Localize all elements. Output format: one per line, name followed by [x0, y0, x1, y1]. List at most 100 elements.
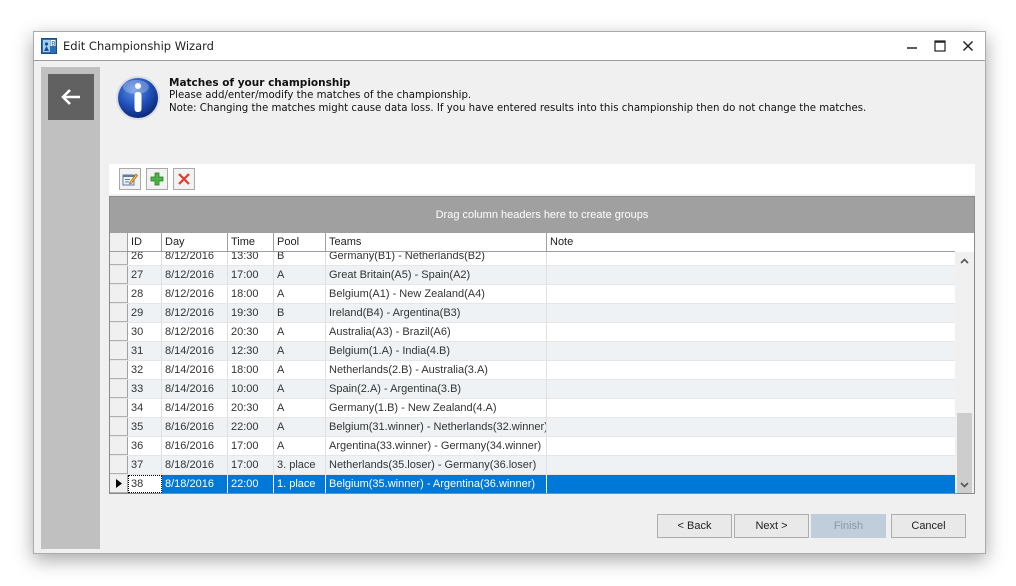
cell-time[interactable]: 20:30 — [228, 323, 274, 341]
minimize-button[interactable] — [898, 35, 926, 57]
cell-note[interactable] — [547, 266, 955, 284]
cell-time[interactable]: 20:30 — [228, 399, 274, 417]
cell-day[interactable]: 8/14/2016 — [162, 380, 228, 398]
cell-time[interactable]: 18:00 — [228, 285, 274, 303]
cell-day[interactable]: 8/14/2016 — [162, 361, 228, 379]
cell-teams[interactable]: Belgium(35.winner) - Argentina(36.winner… — [326, 475, 547, 493]
table-row[interactable]: 35 8/16/2016 22:00 A Belgium(31.winner) - Ne… — [110, 418, 955, 437]
table-row[interactable]: 27 8/12/2016 17:00 A Great Britain(A5) - Spa… — [110, 266, 955, 285]
cell-id[interactable]: 37 — [128, 456, 162, 474]
cell-id[interactable]: 31 — [128, 342, 162, 360]
row-selector[interactable] — [110, 418, 128, 436]
column-header-time[interactable]: Time — [228, 233, 274, 251]
cell-teams[interactable]: Australia(A3) - Brazil(A6) — [326, 323, 547, 341]
cell-day[interactable]: 8/14/2016 — [162, 399, 228, 417]
cell-time[interactable]: 12:30 — [228, 342, 274, 360]
row-selector[interactable] — [110, 361, 128, 379]
scroll-down-button[interactable] — [955, 476, 974, 493]
cell-note[interactable] — [547, 418, 955, 436]
cell-teams[interactable]: Netherlands(2.B) - Australia(3.A) — [326, 361, 547, 379]
cell-id[interactable]: 30 — [128, 323, 162, 341]
delete-button[interactable] — [173, 168, 195, 190]
row-selector[interactable] — [110, 380, 128, 398]
row-selector[interactable] — [110, 252, 128, 265]
cell-id[interactable]: 26 — [128, 252, 162, 265]
column-header-teams[interactable]: Teams — [326, 233, 547, 251]
cell-pool[interactable]: A — [274, 266, 326, 284]
cell-id[interactable]: 32 — [128, 361, 162, 379]
table-row[interactable]: 33 8/14/2016 10:00 A Spain(2.A) - Argentina(… — [110, 380, 955, 399]
table-row[interactable]: 36 8/16/2016 17:00 A Argentina(33.winner) - … — [110, 437, 955, 456]
column-header-note[interactable]: Note — [547, 233, 955, 251]
cell-day[interactable]: 8/12/2016 — [162, 323, 228, 341]
row-selector[interactable] — [110, 475, 128, 493]
cell-note[interactable] — [547, 323, 955, 341]
cell-day[interactable]: 8/12/2016 — [162, 266, 228, 284]
cell-note[interactable] — [547, 285, 955, 303]
cell-day[interactable]: 8/12/2016 — [162, 252, 228, 265]
cell-time[interactable]: 17:00 — [228, 456, 274, 474]
table-row[interactable]: 32 8/14/2016 18:00 A Netherlands(2.B) - Aust… — [110, 361, 955, 380]
cell-day[interactable]: 8/16/2016 — [162, 418, 228, 436]
cell-teams[interactable]: Spain(2.A) - Argentina(3.B) — [326, 380, 547, 398]
cell-time[interactable]: 19:30 — [228, 304, 274, 322]
cell-id[interactable]: 29 — [128, 304, 162, 322]
back-arrow-button[interactable] — [48, 74, 94, 120]
back-button[interactable]: < Back — [657, 514, 732, 538]
row-selector[interactable] — [110, 266, 128, 284]
close-button[interactable] — [954, 35, 982, 57]
cell-teams[interactable]: Belgium(A1) - New Zealand(A4) — [326, 285, 547, 303]
cell-note[interactable] — [547, 304, 955, 322]
cell-note[interactable] — [547, 361, 955, 379]
cell-day[interactable]: 8/18/2016 — [162, 475, 228, 493]
column-header-day[interactable]: Day — [162, 233, 228, 251]
cell-note[interactable] — [547, 456, 955, 474]
column-header-id[interactable]: ID — [128, 233, 162, 251]
cell-id[interactable]: 33 — [128, 380, 162, 398]
cell-teams[interactable]: Belgium(1.A) - India(4.B) — [326, 342, 547, 360]
cell-id[interactable]: 27 — [128, 266, 162, 284]
cell-teams[interactable]: Germany(B1) - Netherlands(B2) — [326, 252, 547, 265]
scroll-up-button[interactable] — [955, 252, 974, 269]
row-selector[interactable] — [110, 342, 128, 360]
cell-id[interactable]: 28 — [128, 285, 162, 303]
cell-pool[interactable]: A — [274, 285, 326, 303]
add-button[interactable] — [146, 168, 168, 190]
cell-time[interactable]: 18:00 — [228, 361, 274, 379]
cell-day[interactable]: 8/16/2016 — [162, 437, 228, 455]
cancel-button[interactable]: Cancel — [891, 514, 966, 538]
cell-pool[interactable]: A — [274, 342, 326, 360]
cell-pool[interactable]: A — [274, 323, 326, 341]
row-selector[interactable] — [110, 456, 128, 474]
row-selector[interactable] — [110, 285, 128, 303]
cell-time[interactable]: 17:00 — [228, 266, 274, 284]
cell-id[interactable]: 36 — [128, 437, 162, 455]
table-row[interactable]: 29 8/12/2016 19:30 B Ireland(B4) - Argentina… — [110, 304, 955, 323]
table-row[interactable]: 26 8/12/2016 13:30 B Germany(B1) - Netherlan… — [110, 252, 955, 266]
row-selector[interactable] — [110, 304, 128, 322]
maximize-button[interactable] — [926, 35, 954, 57]
cell-pool[interactable]: A — [274, 361, 326, 379]
cell-id[interactable]: 38 — [128, 475, 162, 493]
cell-note[interactable] — [547, 399, 955, 417]
cell-day[interactable]: 8/12/2016 — [162, 304, 228, 322]
cell-pool[interactable]: 3. place — [274, 456, 326, 474]
cell-note[interactable] — [547, 380, 955, 398]
cell-note[interactable] — [547, 475, 955, 493]
row-selector[interactable] — [110, 323, 128, 341]
cell-teams[interactable]: Belgium(31.winner) - Netherlands(32.winn… — [326, 418, 547, 436]
cell-teams[interactable]: Great Britain(A5) - Spain(A2) — [326, 266, 547, 284]
cell-pool[interactable]: A — [274, 399, 326, 417]
table-row[interactable]: 28 8/12/2016 18:00 A Belgium(A1) - New Zeala… — [110, 285, 955, 304]
column-header-pool[interactable]: Pool — [274, 233, 326, 251]
row-selector[interactable] — [110, 437, 128, 455]
next-button[interactable]: Next > — [734, 514, 809, 538]
cell-time[interactable]: 22:00 — [228, 418, 274, 436]
group-by-panel[interactable]: Drag column headers here to create group… — [110, 197, 974, 233]
cell-teams[interactable]: Argentina(33.winner) - Germany(34.winner… — [326, 437, 547, 455]
cell-id[interactable]: 35 — [128, 418, 162, 436]
cell-pool[interactable]: A — [274, 380, 326, 398]
cell-day[interactable]: 8/18/2016 — [162, 456, 228, 474]
cell-note[interactable] — [547, 252, 955, 265]
cell-pool[interactable]: A — [274, 418, 326, 436]
